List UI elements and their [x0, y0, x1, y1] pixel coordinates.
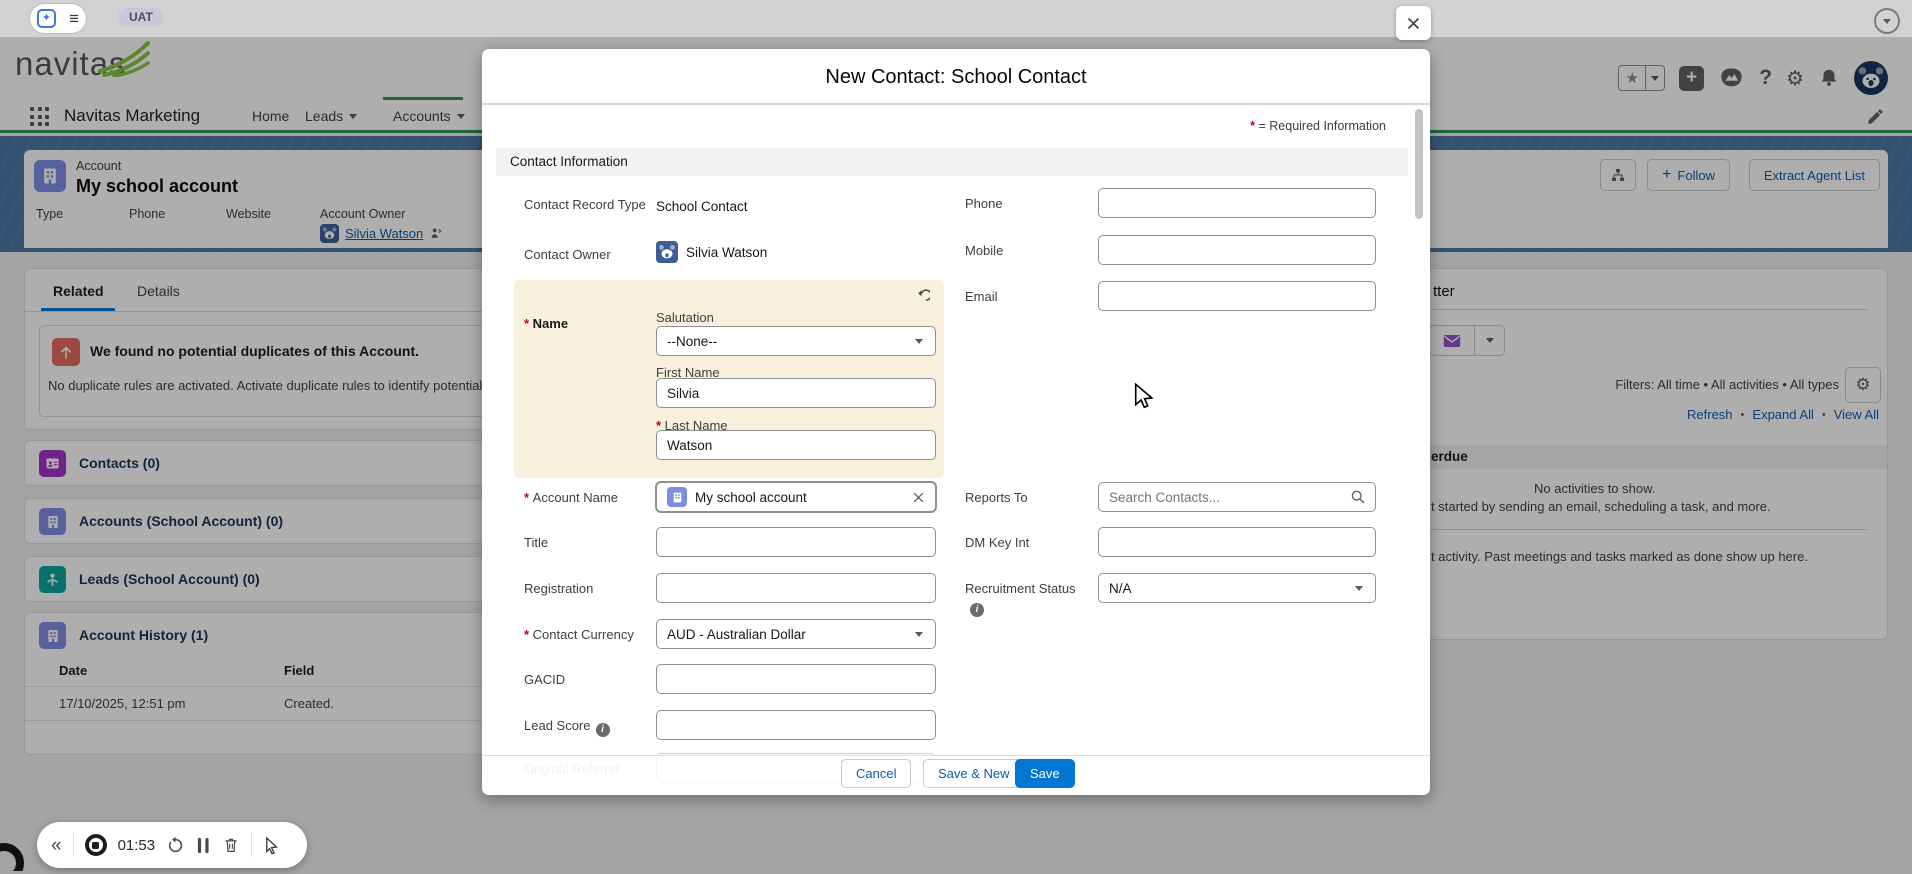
restart-recording-icon[interactable] [166, 836, 185, 855]
value-contact-record-type: School Contact [656, 199, 748, 214]
account-name-lookup-pill[interactable]: My school account [656, 482, 936, 512]
label-title: Title [524, 535, 549, 550]
label-dm-key-int: DM Key Int [965, 535, 1030, 550]
salutation-select[interactable]: --None-- [656, 326, 936, 356]
cursor-tool-icon[interactable] [263, 836, 281, 855]
first-name-input[interactable] [656, 378, 936, 408]
delete-recording-icon[interactable] [222, 836, 240, 854]
chevron-down-icon [1883, 18, 1891, 24]
label-phone: Phone [965, 196, 1003, 211]
info-icon[interactable]: i [595, 723, 610, 737]
recruitment-status-select[interactable]: N/A [1098, 573, 1376, 603]
recording-timer: 01:53 [117, 836, 156, 854]
collapse-recorder-button[interactable]: « [51, 836, 62, 855]
label-reports-to: Reports To [965, 490, 1028, 505]
modal-close-button[interactable] [1396, 6, 1431, 40]
phone-input[interactable] [1098, 188, 1376, 218]
chevron-down-icon [915, 338, 923, 344]
mouse-cursor [1134, 383, 1154, 409]
owner-avatar [656, 241, 678, 263]
label-contact-record-type: Contact Record Type [524, 197, 646, 212]
label-contact-owner: Contact Owner [524, 247, 611, 262]
label-recruitment-status: Recruitment Statusi [965, 581, 1076, 617]
save-and-new-button[interactable]: Save & New [923, 759, 1025, 788]
label-mobile: Mobile [965, 243, 1004, 258]
cancel-button[interactable]: Cancel [841, 759, 912, 788]
contact-currency-select[interactable]: AUD - Australian Dollar [656, 619, 936, 649]
registration-input[interactable] [656, 573, 936, 603]
label-email: Email [965, 289, 998, 304]
label-salutation: Salutation [656, 310, 714, 325]
required-info-note: = Required Information [1250, 119, 1386, 133]
value-contact-owner: Silvia Watson [656, 241, 767, 263]
browser-toolbar: ✦ ≡ UAT [0, 0, 1912, 37]
hamburger-menu-icon: ≡ [69, 9, 79, 28]
close-icon [1407, 17, 1420, 29]
screen-recorder-bar: « 01:53 [37, 822, 307, 868]
info-icon[interactable]: i [970, 602, 984, 617]
reports-to-lookup[interactable] [1098, 482, 1376, 512]
toolbar-dropdown-button[interactable] [1874, 8, 1900, 34]
modal-scrollbar-thumb[interactable] [1415, 109, 1423, 219]
email-input[interactable] [1098, 281, 1376, 311]
extension-pill[interactable]: ✦ ≡ [30, 4, 86, 33]
chevron-down-icon [915, 631, 923, 637]
gacid-input[interactable] [656, 664, 936, 694]
modal-title: New Contact: School Contact [482, 49, 1430, 105]
last-name-input[interactable] [656, 430, 936, 460]
label-name: Name [524, 316, 568, 333]
search-icon [1351, 490, 1365, 504]
label-registration: Registration [524, 581, 594, 596]
save-button[interactable]: Save [1015, 759, 1075, 788]
name-field-group: Name Salutation --None-- First Name Last… [514, 280, 944, 478]
label-gacid: GACID [524, 672, 566, 687]
chevron-down-icon [1355, 585, 1363, 591]
section-contact-information: Contact Information [496, 148, 1408, 176]
label-contact-currency: Contact Currency [524, 627, 650, 644]
lead-score-input[interactable] [656, 710, 936, 740]
new-contact-modal: New Contact: School Contact = Required I… [482, 49, 1430, 795]
undo-icon[interactable] [913, 288, 930, 305]
account-icon [667, 487, 687, 507]
label-account-name: Account Name [524, 490, 650, 507]
remove-selection-icon[interactable] [912, 491, 925, 504]
modal-footer: Cancel Save & New Save [482, 755, 1430, 795]
pause-recording-icon[interactable] [196, 837, 211, 854]
reports-to-input[interactable] [1098, 482, 1376, 512]
title-input[interactable] [656, 527, 936, 557]
stop-recording-button[interactable] [84, 834, 107, 856]
uat-environment-badge: UAT [118, 8, 164, 26]
sparkle-extension-icon: ✦ [37, 9, 56, 28]
label-lead-score: Lead Score i [524, 718, 650, 737]
dm-key-int-input[interactable] [1098, 527, 1376, 557]
mobile-input[interactable] [1098, 235, 1376, 265]
